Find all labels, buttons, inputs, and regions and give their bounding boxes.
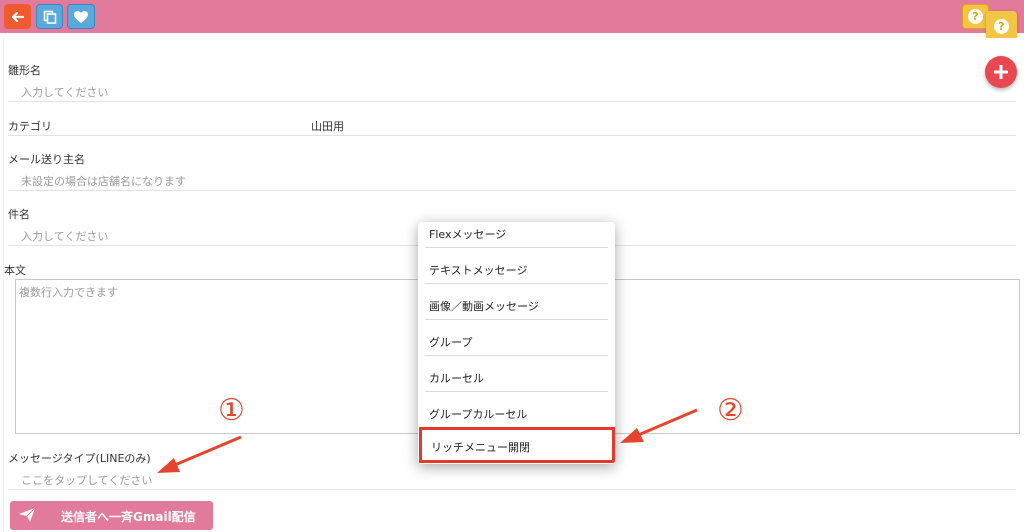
annotation-arrow-1: [157, 435, 242, 473]
annotation-arrow-2: [620, 408, 698, 443]
annotation-arrows: [157, 408, 698, 473]
